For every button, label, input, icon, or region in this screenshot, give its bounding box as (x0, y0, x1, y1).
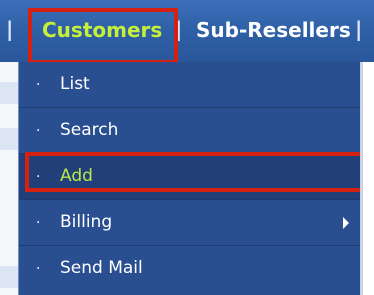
nav-item-sub-resellers[interactable]: Sub-Resellers (196, 18, 351, 42)
background-band (0, 82, 18, 104)
menu-item-label: List (60, 74, 90, 94)
background-band (0, 128, 18, 150)
highlight-box-add (25, 152, 369, 192)
nav-separator: | (355, 17, 363, 41)
background-page-strip (0, 62, 18, 295)
menu-item-list[interactable]: · List (19, 62, 361, 108)
bullet-icon: · (36, 123, 41, 139)
menu-item-search[interactable]: · Search (19, 108, 361, 154)
highlight-box-customers (28, 8, 178, 64)
bullet-icon: · (36, 261, 41, 277)
menu-item-label: Send Mail (60, 258, 143, 278)
background-band (0, 266, 18, 288)
menu-item-label: Search (60, 120, 119, 140)
nav-separator: | (6, 17, 14, 41)
bullet-icon: · (36, 215, 41, 231)
menu-item-billing[interactable]: · Billing (19, 200, 361, 246)
menu-item-send-mail[interactable]: · Send Mail (19, 246, 361, 292)
bullet-icon: · (36, 77, 41, 93)
submenu-arrow-icon (343, 217, 349, 229)
background-page-right (360, 62, 374, 295)
menu-item-label: Billing (60, 212, 113, 232)
